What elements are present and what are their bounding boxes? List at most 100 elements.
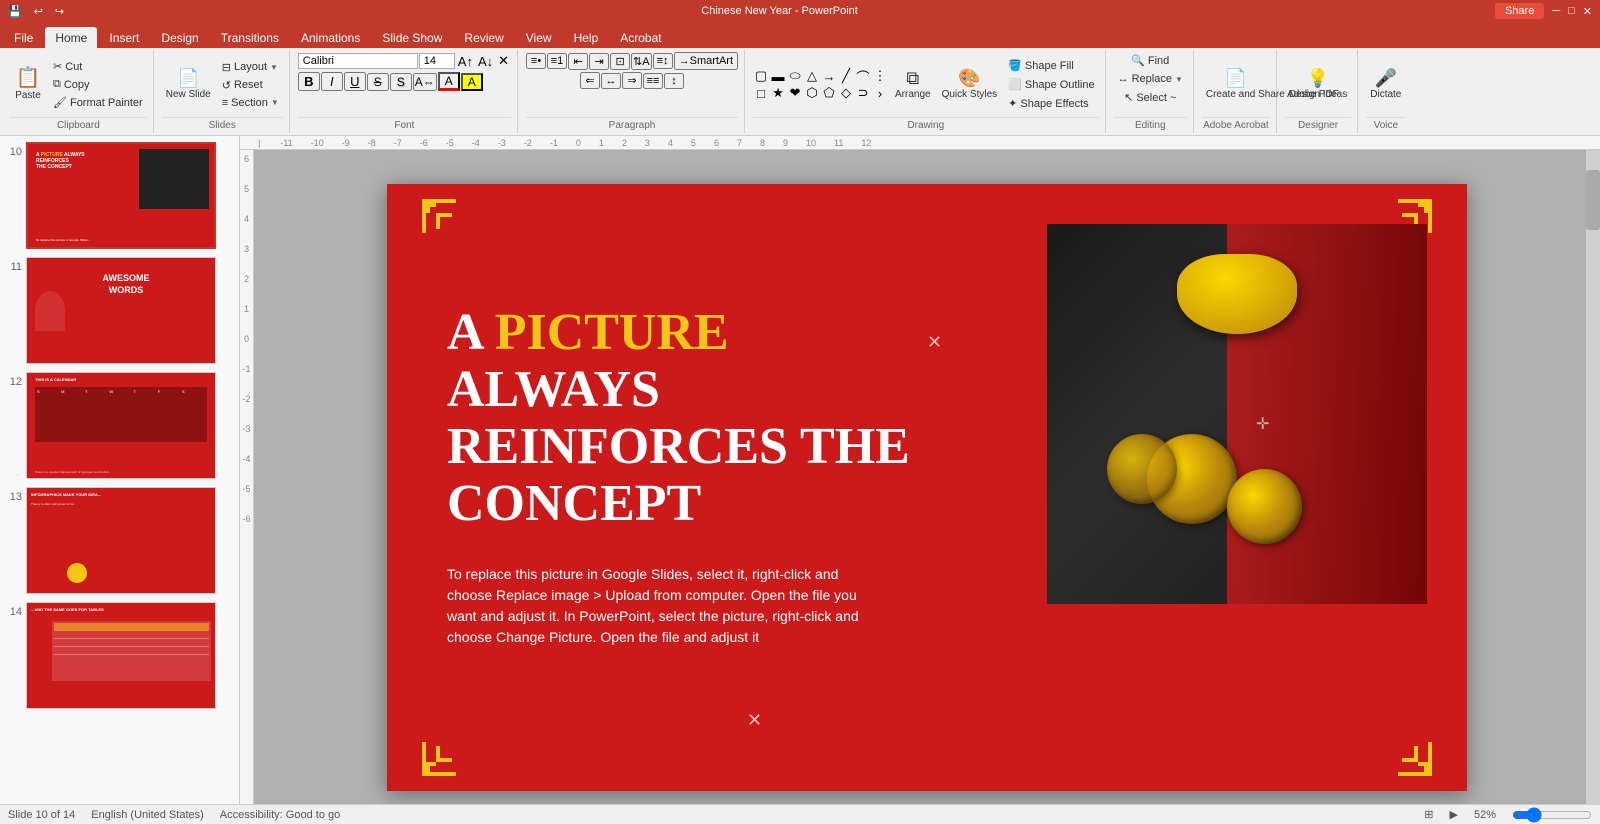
font-color-button[interactable]: A xyxy=(438,72,460,91)
shape-callout[interactable]: □ xyxy=(753,85,769,101)
slide-title[interactable]: A Picture Always Reinforces The Concept xyxy=(447,304,927,533)
shape-more[interactable]: ⋮ xyxy=(872,68,888,84)
shape-rect[interactable]: ▬ xyxy=(770,68,786,84)
font-name-input[interactable] xyxy=(298,53,418,69)
tab-acrobat[interactable]: Acrobat xyxy=(610,27,671,48)
numbering-button[interactable]: ≡1 xyxy=(547,53,567,69)
shape-arrow[interactable]: → xyxy=(821,68,837,84)
shape-outline-label: Shape Outline xyxy=(1025,79,1095,91)
shape-oval[interactable]: ⬭ xyxy=(787,68,803,84)
select-button[interactable]: ↖ Select ~ xyxy=(1120,89,1180,106)
justify-button[interactable]: ≡≡ xyxy=(643,73,663,89)
redo-icon[interactable]: ↪ xyxy=(55,5,64,18)
view-normal-icon[interactable]: ⊞ xyxy=(1424,808,1433,821)
slide-thumb-11[interactable]: 11 AwesomeWords xyxy=(4,255,235,366)
shape-star[interactable]: ★ xyxy=(770,85,786,101)
slide-body-text[interactable]: To replace this picture in Google Slides… xyxy=(447,564,887,648)
shape-fill-button[interactable]: 🪣 Shape Fill xyxy=(1004,57,1098,74)
section-label: Section xyxy=(231,97,268,109)
clear-format-button[interactable]: ✕ xyxy=(496,52,511,70)
shape-heart[interactable]: ❤ xyxy=(787,85,803,101)
decrease-font-button[interactable]: A↓ xyxy=(476,53,495,70)
line-spacing-button[interactable]: ↕ xyxy=(664,73,684,89)
highlight-button[interactable]: A xyxy=(461,73,483,91)
text-direction-button[interactable]: ⇅A xyxy=(631,53,652,70)
tab-animations[interactable]: Animations xyxy=(291,27,370,48)
share-button[interactable]: Share xyxy=(1495,3,1544,19)
strikethrough-button[interactable]: S xyxy=(367,73,389,91)
format-painter-button[interactable]: 🖌 Format Painter xyxy=(49,94,147,111)
reset-button[interactable]: ↺ Reset xyxy=(218,77,283,94)
cut-button[interactable]: ✂ Cut xyxy=(49,58,147,75)
tab-slideshow[interactable]: Slide Show xyxy=(372,27,452,48)
shape-triangle[interactable]: △ xyxy=(804,68,820,84)
slide-thumb-10[interactable]: 10 A Picture AlwaysReinforcesthe Concept… xyxy=(4,140,235,251)
slide-thumb-12[interactable]: 12 This is a Calendar SMTWTFS Stone is a… xyxy=(4,370,235,481)
tab-transitions[interactable]: Transitions xyxy=(211,27,289,48)
shape-select[interactable]: ▢ xyxy=(753,68,769,84)
font-size-input[interactable] xyxy=(419,53,455,69)
section-button[interactable]: ≡ Section ▼ xyxy=(218,95,283,111)
increase-font-button[interactable]: A↑ xyxy=(456,53,475,70)
arrange-button[interactable]: ⧉ Arrange xyxy=(891,66,935,103)
underline-button[interactable]: U xyxy=(344,72,366,91)
slide-photo[interactable]: ✛ xyxy=(1047,224,1427,604)
tab-review[interactable]: Review xyxy=(454,27,513,48)
tab-view[interactable]: View xyxy=(516,27,562,48)
slide-thumb-14[interactable]: 14 ...And The Same Goes For Tables xyxy=(4,600,235,711)
minimize-button[interactable]: ─ xyxy=(1552,5,1560,17)
undo-icon[interactable]: ↩ xyxy=(34,5,43,18)
paste-button[interactable]: 📋 Paste xyxy=(10,65,46,104)
decrease-indent-button[interactable]: ⇤ xyxy=(568,53,588,70)
shape-effects-button[interactable]: ✦ Shape Effects xyxy=(1004,95,1098,112)
align-text-button[interactable]: ≡↕ xyxy=(653,53,673,69)
replace-button[interactable]: ↔ Replace ▼ xyxy=(1114,71,1187,87)
shape-pentagon[interactable]: ⬠ xyxy=(821,85,837,101)
align-center-button[interactable]: ↔ xyxy=(601,73,621,89)
ribbon-group-clipboard: 📋 Paste ✂ Cut ⧉ Copy 🖌 Format Painter Cl… xyxy=(4,50,154,133)
bullets-button[interactable]: ≡• xyxy=(526,53,546,69)
char-spacing-button[interactable]: A⇔ xyxy=(413,73,437,91)
shape-line[interactable]: ╱ xyxy=(838,68,854,84)
shape-cylinder[interactable]: ⊃ xyxy=(855,85,871,101)
shape-chevron[interactable]: › xyxy=(872,85,888,101)
close-button[interactable]: ✕ xyxy=(1583,5,1592,18)
new-slide-icon: 📄 xyxy=(177,69,199,87)
slide-img-11: AwesomeWords xyxy=(26,257,216,364)
italic-button[interactable]: I xyxy=(321,72,343,91)
columns-button[interactable]: ⊡ xyxy=(610,53,630,70)
clipboard-content: 📋 Paste ✂ Cut ⧉ Copy 🖌 Format Painter xyxy=(10,52,147,117)
view-slide-show-icon[interactable]: ▶ xyxy=(1450,808,1458,821)
convert-smartart-button[interactable]: →SmartArt xyxy=(674,52,738,70)
shape-curve[interactable]: ⌒ xyxy=(855,68,871,84)
zoom-slider[interactable] xyxy=(1512,807,1592,823)
align-left-button[interactable]: ⇐ xyxy=(580,72,600,89)
design-ideas-button[interactable]: 💡 Design Ideas xyxy=(1285,66,1351,103)
shape-hexagon[interactable]: ⬡ xyxy=(804,85,820,101)
scroll-thumb[interactable] xyxy=(1586,170,1600,230)
quick-styles-button[interactable]: 🎨 Quick Styles xyxy=(938,66,1002,103)
slide-thumb-13[interactable]: 13 Infographics Make Your Idea... Theory… xyxy=(4,485,235,596)
tab-file[interactable]: File xyxy=(4,27,43,48)
align-right-button[interactable]: ⇒ xyxy=(622,72,642,89)
tab-insert[interactable]: Insert xyxy=(99,27,149,48)
tab-home[interactable]: Home xyxy=(45,27,97,48)
tab-design[interactable]: Design xyxy=(151,27,208,48)
shadow-button[interactable]: S xyxy=(390,73,412,91)
new-slide-button[interactable]: 📄 New Slide xyxy=(162,66,215,103)
maximize-button[interactable]: □ xyxy=(1568,5,1575,17)
increase-indent-button[interactable]: ⇥ xyxy=(589,53,609,70)
bold-button[interactable]: B xyxy=(298,72,320,91)
find-button[interactable]: 🔍 Find xyxy=(1127,52,1173,69)
shape-diamond[interactable]: ◇ xyxy=(838,85,854,101)
create-share-pdf-button[interactable]: 📄 Create and Share Adobe PDF xyxy=(1202,66,1270,103)
accessibility-status: Accessibility: Good to go xyxy=(220,809,340,821)
dictate-button[interactable]: 🎤 Dictate xyxy=(1366,66,1405,103)
layout-button[interactable]: ⊟ Layout ▼ xyxy=(218,59,283,76)
vertical-scrollbar[interactable] xyxy=(1586,150,1600,824)
copy-button[interactable]: ⧉ Copy xyxy=(49,76,147,93)
slide-canvas[interactable]: ✕ ✕ A Picture Always Reinforces The Conc… xyxy=(387,184,1467,791)
save-icon[interactable]: 💾 xyxy=(8,5,22,18)
shape-outline-button[interactable]: ⬜ Shape Outline xyxy=(1004,76,1098,93)
tab-help[interactable]: Help xyxy=(564,27,609,48)
